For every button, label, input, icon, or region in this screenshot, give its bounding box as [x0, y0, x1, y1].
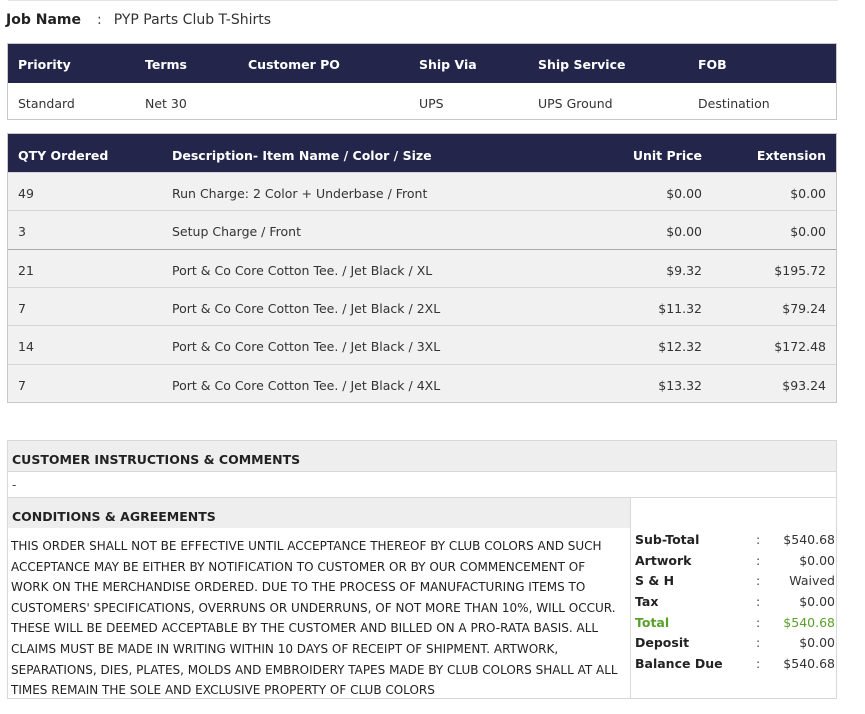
description-cell: Port & Co Core Cotton Tee. / Jet Black /…	[172, 263, 433, 278]
header-terms: Terms	[145, 57, 187, 72]
job-name-separator: :	[96, 12, 102, 28]
customer-instructions-body: -	[7, 472, 837, 497]
totals-value: $0.00	[799, 552, 835, 568]
qty-cell: 21	[18, 263, 34, 278]
header-description: Description- Item Name / Color / Size	[172, 148, 432, 163]
totals-colon: :	[756, 656, 761, 672]
shipping-table-header: Priority Terms Customer PO Ship Via Ship…	[8, 44, 836, 83]
customer-instructions-text: -	[12, 478, 17, 492]
unit-price-cell: $0.00	[666, 224, 702, 239]
header-unit-price: Unit Price	[632, 148, 702, 163]
totals-label: Sub-Total	[635, 532, 700, 547]
job-name-value: PYP Parts Club T-Shirts	[113, 12, 272, 28]
conditions-header: CONDITIONS & AGREEMENTS	[8, 498, 630, 528]
items-table: QTY Ordered Description- Item Name / Col…	[7, 133, 837, 403]
description-cell: Port & Co Core Cotton Tee. / Jet Black /…	[172, 378, 441, 393]
table-row: 14 Port & Co Core Cotton Tee. / Jet Blac…	[8, 325, 836, 364]
extension-cell: $172.48	[774, 339, 826, 354]
unit-price-cell: $11.32	[658, 301, 702, 316]
totals-row-total: Total : $540.68	[635, 613, 835, 634]
totals-colon: :	[756, 532, 761, 547]
shipping-table: Priority Terms Customer PO Ship Via Ship…	[7, 43, 837, 120]
conditions-text: THIS ORDER SHALL NOT BE EFFECTIVE UNTIL …	[11, 539, 618, 698]
qty-cell: 14	[18, 339, 34, 354]
header-priority: Priority	[18, 57, 71, 72]
customer-instructions-title: CUSTOMER INSTRUCTIONS & COMMENTS	[12, 452, 301, 467]
totals-label: Artwork	[635, 552, 692, 568]
qty-cell: 3	[18, 224, 26, 239]
extension-cell: $79.24	[782, 301, 826, 316]
totals-row-tax: Tax : $0.00	[635, 592, 835, 613]
totals-value: Waived	[789, 573, 835, 589]
totals-row-shipping: S & H : Waived	[635, 571, 835, 592]
totals-value: $540.68	[783, 614, 835, 630]
description-cell: Port & Co Core Cotton Tee. / Jet Black /…	[172, 339, 441, 354]
totals-colon: :	[756, 614, 761, 630]
header-customer-po: Customer PO	[248, 57, 340, 72]
totals-label: Total	[635, 614, 670, 630]
value-priority: Standard	[18, 96, 75, 111]
totals-label: Balance Due	[635, 656, 723, 672]
totals-colon: :	[756, 635, 761, 651]
totals-label: Tax	[635, 594, 659, 610]
unit-price-cell: $0.00	[666, 186, 702, 201]
table-row: 21 Port & Co Core Cotton Tee. / Jet Blac…	[8, 249, 836, 288]
value-fob: Destination	[698, 96, 770, 111]
qty-cell: 49	[18, 186, 34, 201]
totals-label: S & H	[635, 573, 675, 589]
description-cell: Run Charge: 2 Color + Underbase / Front	[172, 186, 428, 201]
description-cell: Setup Charge / Front	[172, 224, 301, 239]
header-extension: Extension	[756, 148, 826, 163]
value-terms: Net 30	[145, 96, 187, 111]
totals-row-deposit: Deposit : $0.00	[635, 633, 835, 654]
qty-cell: 7	[18, 301, 26, 316]
job-name-label: Job Name	[6, 12, 81, 28]
totals-panel: Sub-Total : $540.68 Artwork : $0.00 S & …	[635, 530, 835, 675]
job-name: Job Name: PYP Parts Club T-Shirts	[6, 12, 271, 28]
totals-row-balance-due: Balance Due : $540.68	[635, 654, 835, 675]
totals-label: Deposit	[635, 635, 690, 651]
extension-cell: $0.00	[790, 186, 826, 201]
table-row: 7 Port & Co Core Cotton Tee. / Jet Black…	[8, 364, 836, 403]
unit-price-cell: $13.32	[658, 378, 702, 393]
extension-cell: $195.72	[774, 263, 826, 278]
value-ship-service: UPS Ground	[538, 96, 613, 111]
totals-row-artwork: Artwork : $0.00	[635, 551, 835, 572]
header-ship-service: Ship Service	[538, 57, 626, 72]
customer-instructions-header: CUSTOMER INSTRUCTIONS & COMMENTS	[7, 440, 837, 472]
items-table-header: QTY Ordered Description- Item Name / Col…	[8, 134, 836, 172]
conditions-title: CONDITIONS & AGREEMENTS	[12, 509, 216, 524]
totals-value: $540.68	[783, 532, 835, 547]
totals-value: $0.00	[799, 594, 835, 610]
qty-cell: 7	[18, 378, 26, 393]
totals-colon: :	[756, 552, 761, 568]
conditions-divider	[630, 498, 631, 698]
totals-value: $0.00	[799, 635, 835, 651]
totals-colon: :	[756, 594, 761, 610]
unit-price-cell: $9.32	[666, 263, 702, 278]
header-qty: QTY Ordered	[18, 148, 109, 163]
table-row: 3 Setup Charge / Front $0.00 $0.00	[8, 210, 836, 249]
table-row: 49 Run Charge: 2 Color + Underbase / Fro…	[8, 172, 836, 211]
value-ship-via: UPS	[419, 96, 444, 111]
unit-price-cell: $12.32	[658, 339, 702, 354]
table-row: 7 Port & Co Core Cotton Tee. / Jet Black…	[8, 287, 836, 326]
conditions-section: CONDITIONS & AGREEMENTS THIS ORDER SHALL…	[7, 497, 837, 699]
extension-cell: $0.00	[790, 224, 826, 239]
totals-colon: :	[756, 573, 761, 589]
extension-cell: $93.24	[782, 378, 826, 393]
totals-row-subtotal: Sub-Total : $540.68	[635, 530, 835, 551]
header-fob: FOB	[698, 57, 727, 72]
header-ship-via: Ship Via	[419, 57, 477, 72]
top-divider	[8, 0, 838, 1]
description-cell: Port & Co Core Cotton Tee. / Jet Black /…	[172, 301, 441, 316]
totals-value: $540.68	[783, 656, 835, 672]
